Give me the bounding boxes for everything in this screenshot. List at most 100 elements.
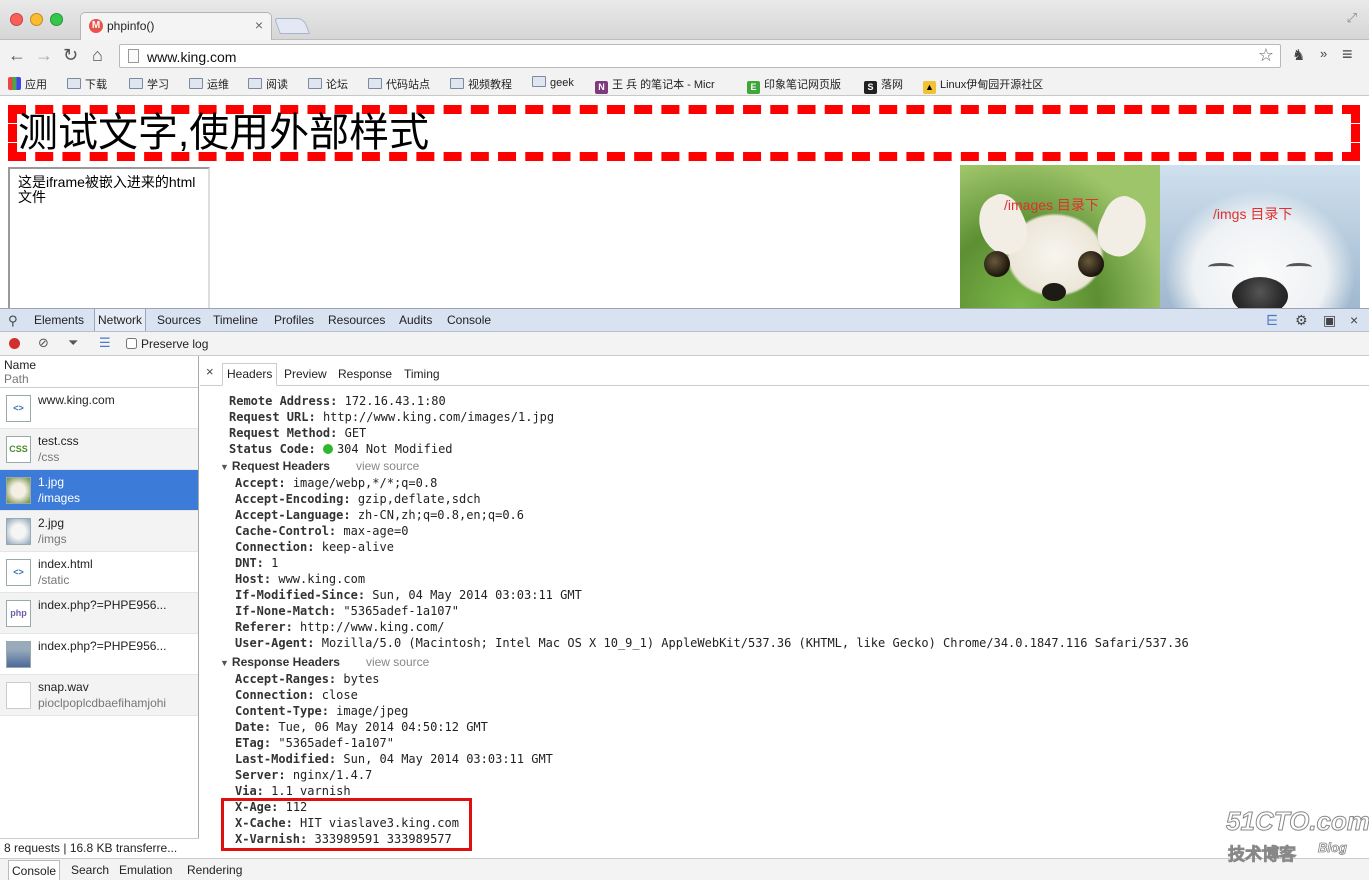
view-source-link[interactable]: view source [356, 459, 419, 473]
bookmark-folder-code-sites[interactable]: 代码站点 [368, 76, 430, 92]
dock-icon[interactable]: ▣ [1323, 312, 1336, 329]
disclosure-triangle-icon: ▼ [220, 462, 229, 472]
iframe-text: 这是iframe被嵌入进来的html文件 [18, 174, 196, 205]
maximize-window-button[interactable] [50, 13, 63, 26]
request-row[interactable]: 2.jpg /imgs [0, 511, 198, 552]
folder-icon [189, 78, 203, 89]
tab-audits[interactable]: Audits [399, 313, 432, 327]
request-row[interactable]: <> www.king.com [0, 388, 198, 429]
header-line: Content-Type: image/jpeg [235, 704, 409, 718]
tab-timing[interactable]: Timing [404, 367, 440, 381]
settings-gear-icon[interactable]: ⚙ [1295, 312, 1308, 329]
browser-tab-phpinfo[interactable]: M phpinfo() × [80, 12, 272, 40]
tab-headers[interactable]: Headers [222, 363, 278, 386]
bookmark-folder-ops[interactable]: 运维 [189, 76, 229, 92]
request-list: Name Path <> www.king.com CSS test.css /… [0, 356, 199, 858]
bookmark-folder-geek[interactable]: geek [532, 76, 574, 89]
request-row-selected[interactable]: 1.jpg /images [0, 470, 198, 511]
tab-elements[interactable]: Elements [34, 313, 84, 327]
page-heading: 测试文字,使用外部样式 [18, 111, 430, 155]
folder-icon [248, 78, 262, 89]
new-tab-button[interactable] [274, 18, 310, 34]
header-line: Connection: close [235, 688, 358, 702]
menu-icon[interactable]: ≡ [1342, 44, 1353, 65]
bookmark-folder-study[interactable]: 学习 [129, 76, 169, 92]
large-rows-icon[interactable]: ☰ [99, 335, 111, 351]
bookmark-luoo[interactable]: S 落网 [864, 76, 903, 94]
tab-sources[interactable]: Sources [157, 313, 201, 327]
bookmark-onenote[interactable]: N王 兵 的笔记本 - Micr [595, 76, 715, 94]
bookmark-star-icon[interactable]: ☆ [1258, 45, 1274, 66]
luoo-icon: S [864, 81, 877, 94]
request-row[interactable]: snap.wav pioclpoplcdbaefihamjohi [0, 675, 198, 716]
tab-profiles[interactable]: Profiles [274, 313, 314, 327]
tab-preview[interactable]: Preview [284, 367, 327, 381]
evernote-extension-icon[interactable]: ♞ [1292, 46, 1310, 64]
clear-icon[interactable]: ⊘ [38, 335, 49, 351]
bookmark-folder-video[interactable]: 视频教程 [450, 76, 512, 92]
php-logo-icon: php [6, 600, 31, 627]
bookmark-linux-eden[interactable]: ▲ Linux伊甸园开源社区 [923, 76, 1043, 94]
request-row[interactable]: index.php?=PHPE956... [0, 634, 198, 675]
network-summary: 8 requests | 16.8 KB transferre... [0, 838, 199, 858]
status-ok-icon [322, 444, 333, 454]
header-line: Status Code: 304 Not Modified [229, 442, 453, 456]
preserve-log-input[interactable] [126, 338, 137, 349]
highlight-annotation-box [221, 798, 472, 851]
bookmark-folder-download[interactable]: 下载 [67, 76, 107, 92]
request-row[interactable]: CSS test.css /css [0, 429, 198, 470]
show-drawer-icon[interactable]: ⋿ [1266, 312, 1278, 329]
bookmark-evernote[interactable]: E 印象笔记网页版 [747, 76, 841, 94]
folder-icon [450, 78, 464, 89]
header-line: Host: www.king.com [235, 572, 366, 586]
request-headers-section[interactable]: ▼ Request Headers view source [220, 459, 419, 473]
folder-icon [129, 78, 143, 89]
bookmark-folder-reading[interactable]: 阅读 [248, 76, 288, 92]
fullscreen-icon[interactable]: ⤢ [1347, 10, 1357, 26]
image2-caption: /imgs 目录下 [1213, 206, 1293, 222]
drawer-tab-emulation[interactable]: Emulation [119, 863, 172, 877]
tab-close-icon[interactable]: × [255, 17, 263, 33]
image-thumbnail-icon [6, 477, 31, 504]
forward-arrow-icon[interactable]: → [35, 45, 53, 65]
drawer-tab-rendering[interactable]: Rendering [187, 863, 242, 877]
chevron-more-icon[interactable]: » [1320, 46, 1327, 61]
folder-icon [368, 78, 382, 89]
response-headers-section[interactable]: ▼ Response Headers view source [220, 655, 429, 669]
tab-timeline[interactable]: Timeline [213, 313, 258, 327]
drawer-tab-console[interactable]: Console [8, 860, 61, 880]
tab-network[interactable]: Network [94, 309, 147, 331]
filter-icon[interactable]: ⏷ [68, 335, 78, 351]
browser-toolbar: ← → ↻ ⌂ www.king.com ☆ ♞ » ≡ [0, 40, 1369, 72]
url-text[interactable]: www.king.com [147, 49, 236, 65]
header-line: Request Method: GET [229, 426, 367, 440]
close-detail-icon[interactable]: × [206, 364, 214, 379]
minimize-window-button[interactable] [30, 13, 43, 26]
request-row[interactable]: php index.php?=PHPE956... [0, 593, 198, 634]
tab-console[interactable]: Console [447, 313, 491, 327]
image-thumbnail-icon [6, 641, 31, 668]
request-row[interactable]: <> index.html /static [0, 552, 198, 593]
close-window-button[interactable] [10, 13, 23, 26]
devtools-tabbar: ⚲ Elements Network Sources Timeline Prof… [0, 308, 1369, 332]
view-source-link[interactable]: view source [366, 655, 429, 669]
bookmark-folder-forum[interactable]: 论坛 [308, 76, 348, 92]
record-icon[interactable] [9, 338, 20, 349]
tab-response[interactable]: Response [338, 367, 392, 381]
preserve-log-checkbox[interactable]: Preserve log [126, 337, 208, 351]
reload-icon[interactable]: ↻ [63, 45, 78, 65]
tab-resources[interactable]: Resources [328, 313, 385, 327]
devtools-drawer-tabbar: Console Search Emulation Rendering [0, 858, 1369, 880]
drawer-tab-search[interactable]: Search [71, 863, 109, 877]
home-icon[interactable]: ⌂ [92, 45, 103, 65]
image1-caption: /images 目录下 [1004, 197, 1099, 213]
bookmark-apps[interactable]: 应用 [8, 76, 47, 92]
header-line: Via: 1.1 varnish [235, 784, 351, 798]
back-arrow-icon[interactable]: ← [8, 45, 26, 65]
request-list-header[interactable]: Name Path [0, 356, 198, 388]
page-icon [128, 49, 139, 63]
close-devtools-icon[interactable]: × [1350, 312, 1358, 328]
header-line: Accept: image/webp,*/*;q=0.8 [235, 476, 438, 490]
inspect-search-icon[interactable]: ⚲ [8, 313, 18, 329]
address-bar[interactable]: www.king.com ☆ [119, 44, 1281, 68]
